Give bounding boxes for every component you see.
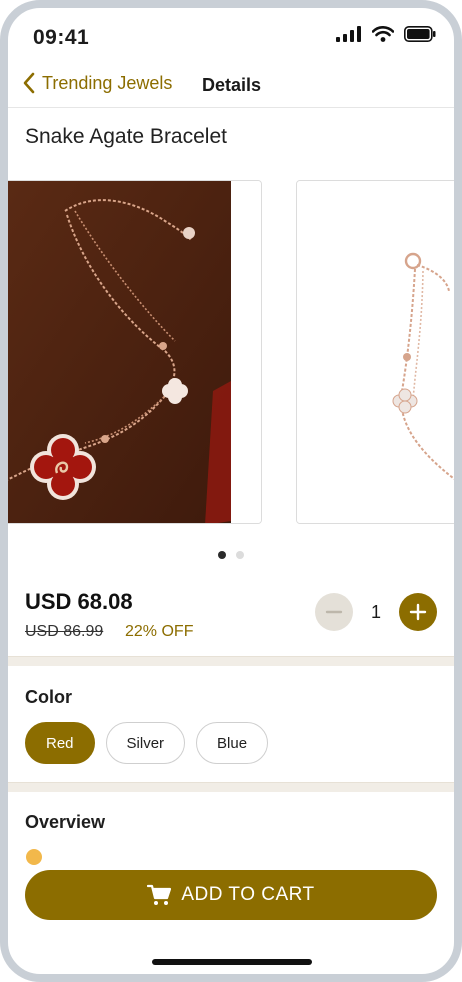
phone-frame: 09:41 Trending Jewels Details Snake Agat… [0, 0, 462, 982]
section-divider [8, 782, 454, 792]
cart-icon [147, 884, 172, 905]
emoji-icon [26, 849, 42, 865]
carousel-dot-active[interactable] [218, 551, 226, 559]
bracelet-photo-red [8, 181, 261, 523]
product-image-1[interactable] [8, 180, 262, 524]
back-button-label: Trending Jewels [42, 72, 173, 93]
overview-item [25, 848, 43, 866]
chevron-left-icon [23, 72, 35, 94]
price: USD 68.08 [25, 589, 133, 614]
overview-section-title: Overview [25, 812, 106, 832]
decrease-quantity-button[interactable] [315, 593, 353, 631]
signal-icon [336, 26, 361, 42]
color-option-blue[interactable]: Blue [196, 722, 269, 764]
navigation-bar: Trending Jewels Details [8, 68, 454, 108]
minus-icon [325, 610, 343, 614]
color-option-silver[interactable]: Silver [105, 722, 186, 764]
color-option-red[interactable]: Red [25, 722, 95, 764]
home-indicator[interactable] [152, 959, 312, 965]
plus-icon [409, 603, 427, 621]
back-button[interactable]: Trending Jewels [22, 72, 172, 94]
increase-quantity-button[interactable] [399, 593, 437, 631]
status-time: 09:41 [33, 26, 90, 49]
original-price: USD 86.99 [25, 623, 104, 640]
carousel-dots [218, 551, 244, 559]
battery-icon [404, 26, 436, 42]
color-options: Red Silver Blue [25, 722, 269, 764]
page-title: Details [202, 75, 262, 95]
section-divider [8, 656, 454, 666]
status-icons [336, 26, 436, 42]
quantity-value: 1 [370, 601, 381, 622]
quantity-stepper: 1 [315, 593, 437, 631]
add-to-cart-button[interactable]: ADD TO CART [25, 870, 437, 920]
bracelet-photo-silver [297, 181, 454, 523]
add-to-cart-label: ADD TO CART [181, 884, 315, 905]
status-bar: 09:41 [8, 8, 454, 68]
discount-label: 22% OFF [125, 623, 194, 640]
product-image-carousel[interactable] [8, 180, 454, 524]
product-image-2[interactable] [296, 180, 454, 524]
carousel-dot[interactable] [236, 551, 244, 559]
wifi-icon [372, 26, 394, 42]
color-section-title: Color [25, 687, 72, 707]
product-title: Snake Agate Bracelet [25, 125, 227, 148]
